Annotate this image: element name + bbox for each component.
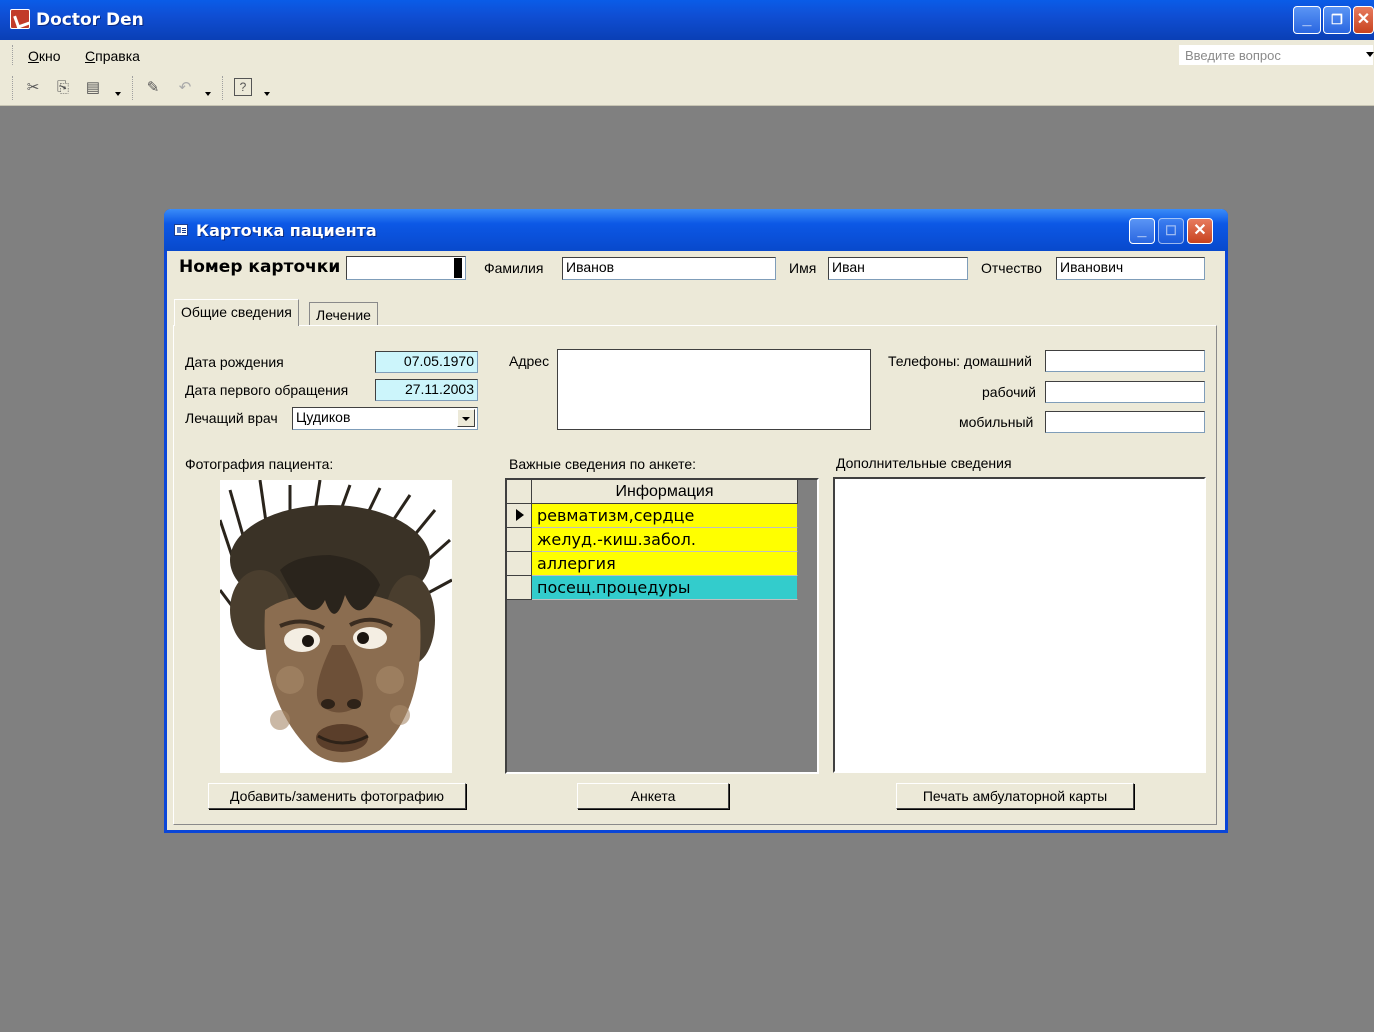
menubar-grip[interactable] bbox=[12, 45, 15, 65]
extra-info-input[interactable] bbox=[833, 477, 1206, 773]
restore-icon: ❐ bbox=[1331, 12, 1343, 27]
minimize-button[interactable]: _ bbox=[1293, 6, 1321, 34]
restore-button[interactable]: ❐ bbox=[1323, 6, 1351, 34]
doctor-dropdown-icon[interactable] bbox=[457, 409, 475, 427]
grid-select-all[interactable] bbox=[507, 480, 532, 504]
menu-help[interactable]: Справка bbox=[85, 48, 140, 64]
last-name-input[interactable]: Иванов bbox=[562, 257, 776, 280]
toolbar-grip[interactable] bbox=[12, 76, 15, 100]
undo-icon[interactable]: ↶ bbox=[174, 78, 196, 98]
add-photo-button[interactable]: Добавить/заменить фотографию bbox=[208, 783, 466, 809]
ask-dropdown-icon[interactable] bbox=[1366, 52, 1374, 57]
paste-dropdown-icon[interactable] bbox=[115, 92, 121, 96]
patient-face-image bbox=[220, 480, 452, 763]
phone-work-input[interactable] bbox=[1045, 381, 1205, 403]
grid-row-2[interactable]: аллергия bbox=[532, 552, 798, 576]
toolbar: ✂ ⎘ ▤ ✎ ↶ ? bbox=[0, 70, 1374, 106]
close-icon: ✕ bbox=[1356, 11, 1371, 28]
form-icon bbox=[174, 224, 188, 236]
first-name-label: Имя bbox=[789, 260, 817, 276]
first-visit-input[interactable]: 27.11.2003 bbox=[375, 379, 478, 401]
format-painter-icon[interactable]: ✎ bbox=[142, 78, 164, 98]
grid-header-information[interactable]: Информация bbox=[532, 480, 798, 504]
current-row-icon bbox=[516, 509, 524, 521]
dialog-titlebar[interactable]: Карточка пациента _ ☐ ✕ bbox=[164, 209, 1228, 251]
birth-date-label: Дата рождения bbox=[185, 354, 284, 370]
dialog-minimize-button[interactable]: _ bbox=[1129, 218, 1155, 244]
survey-button[interactable]: Анкета bbox=[577, 783, 729, 809]
survey-label: Важные сведения по анкете: bbox=[509, 456, 697, 472]
phone-home-input[interactable] bbox=[1045, 350, 1205, 372]
dialog-title: Карточка пациента bbox=[196, 221, 377, 240]
card-number-label: Номер карточки bbox=[179, 257, 341, 277]
app-logo-icon bbox=[10, 9, 30, 29]
doctor-label: Лечащий врач bbox=[185, 410, 278, 426]
phone-home-label: Телефоны: домашний bbox=[888, 353, 1032, 369]
address-input[interactable] bbox=[557, 349, 871, 430]
birth-date-input[interactable]: 07.05.1970 bbox=[375, 351, 478, 373]
toolbar-separator bbox=[132, 76, 135, 100]
grid-row-0[interactable]: ревматизм,сердце bbox=[532, 504, 798, 528]
copy-icon[interactable]: ⎘ bbox=[52, 78, 74, 98]
dialog-maximize-button[interactable]: ☐ bbox=[1158, 218, 1184, 244]
first-visit-label: Дата первого обращения bbox=[185, 382, 349, 398]
phone-mobile-label: мобильный bbox=[959, 414, 1034, 430]
toolbar-separator bbox=[222, 76, 225, 100]
print-card-button[interactable]: Печать амбулаторной карты bbox=[896, 783, 1134, 809]
help-dropdown-icon[interactable] bbox=[264, 92, 270, 96]
patient-photo[interactable] bbox=[220, 480, 452, 773]
text-cursor bbox=[454, 258, 462, 278]
card-number-input[interactable] bbox=[346, 256, 466, 280]
paste-icon[interactable]: ▤ bbox=[82, 78, 104, 98]
first-name-input[interactable]: Иван bbox=[828, 257, 968, 280]
patronymic-input[interactable]: Иванович bbox=[1056, 257, 1205, 280]
grid-row-3[interactable]: посещ.процедуры bbox=[532, 576, 798, 600]
row-selector[interactable] bbox=[507, 552, 532, 576]
minimize-icon: _ bbox=[1302, 11, 1312, 28]
dialog-close-button[interactable]: ✕ bbox=[1187, 218, 1213, 244]
cut-icon[interactable]: ✂ bbox=[22, 78, 44, 98]
minimize-icon: _ bbox=[1137, 222, 1147, 239]
app-title: Doctor Den bbox=[36, 10, 144, 30]
undo-dropdown-icon[interactable] bbox=[205, 92, 211, 96]
phone-work-label: рабочий bbox=[982, 384, 1037, 400]
row-selector[interactable] bbox=[507, 504, 532, 528]
row-selector[interactable] bbox=[507, 576, 532, 600]
menu-window[interactable]: Окно bbox=[28, 48, 61, 64]
photo-label: Фотография пациента: bbox=[185, 456, 334, 472]
grid-row-1[interactable]: желуд.-киш.забол. bbox=[532, 528, 798, 552]
menubar: Окно Справка bbox=[0, 40, 1374, 70]
row-selector[interactable] bbox=[507, 528, 532, 552]
patronymic-label: Отчество bbox=[981, 260, 1042, 276]
tab-treatment[interactable]: Лечение bbox=[309, 302, 378, 326]
tab-general[interactable]: Общие сведения bbox=[174, 299, 299, 326]
maximize-icon: ☐ bbox=[1165, 223, 1177, 238]
close-icon: ✕ bbox=[1193, 222, 1207, 239]
extra-info-label: Дополнительные сведения bbox=[836, 455, 1012, 471]
ask-question-input[interactable]: Введите вопрос bbox=[1178, 44, 1374, 66]
app-titlebar[interactable]: Doctor Den _ ❐ ✕ bbox=[0, 0, 1374, 40]
address-label: Адрес bbox=[509, 353, 550, 369]
close-button[interactable]: ✕ bbox=[1353, 6, 1374, 34]
last-name-label: Фамилия bbox=[484, 260, 544, 276]
phone-mobile-input[interactable] bbox=[1045, 411, 1205, 433]
doctor-select[interactable]: Цудиков bbox=[292, 407, 478, 430]
survey-grid: Информация ревматизм,сердце желуд.-киш.з… bbox=[505, 478, 819, 774]
help-icon[interactable]: ? bbox=[234, 78, 252, 96]
